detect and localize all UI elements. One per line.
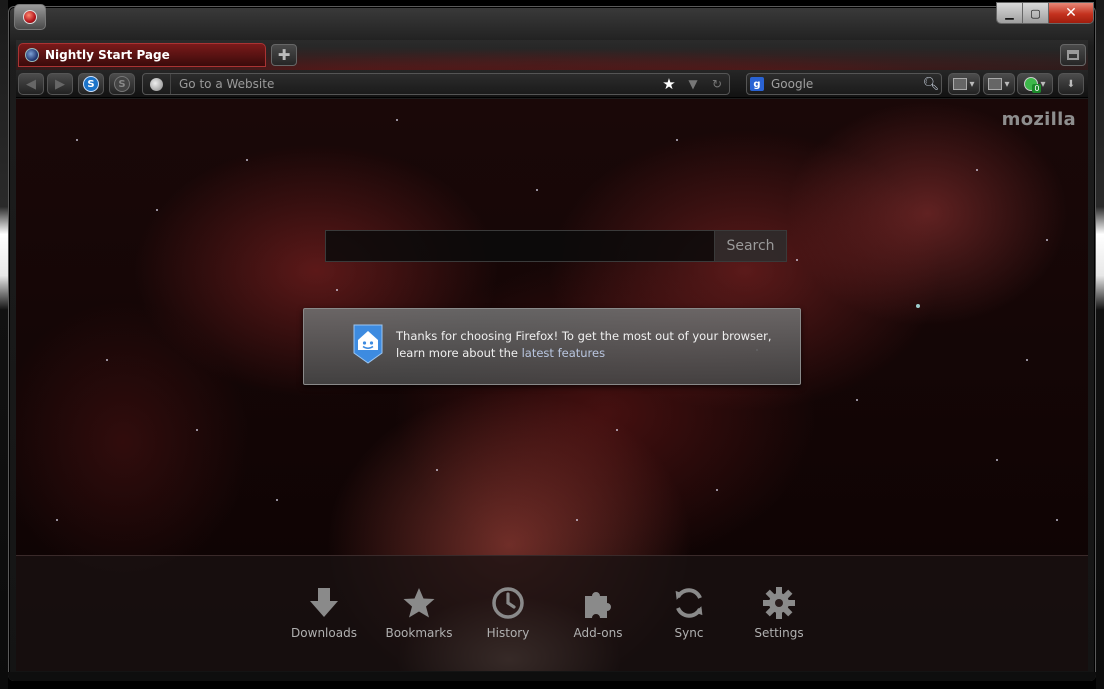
new-tab-button[interactable]: ✚ xyxy=(271,44,297,66)
back-arrow-icon: ◀ xyxy=(26,76,36,92)
launcher-downloads[interactable]: Downloads xyxy=(284,586,364,650)
downloads-toolbar-button[interactable]: ⬇ xyxy=(1058,73,1084,95)
tab-list-icon xyxy=(1067,50,1079,60)
maximize-button[interactable]: ▢ xyxy=(1023,3,1049,23)
window-frame-right xyxy=(1096,0,1104,689)
search-button[interactable]: Search xyxy=(714,230,787,262)
launcher-label: Sync xyxy=(674,626,704,640)
history-dropdown-icon[interactable]: ▼ xyxy=(681,74,705,94)
start-page-search-input[interactable] xyxy=(325,230,714,262)
launcher-history[interactable]: History xyxy=(468,586,548,650)
start-page-search-form: Search xyxy=(325,230,787,262)
latest-features-link[interactable]: latest features xyxy=(522,346,606,360)
tab-strip: Nightly Start Page ✚ xyxy=(16,40,1088,70)
site-identity-button[interactable] xyxy=(143,74,171,94)
snippet-text: Thanks for choosing Firefox! To get the … xyxy=(396,328,786,362)
navigation-toolbar: ◀ ▶ S S ★ ▼ ↻ g 🔍︎ ▾ ▾ 0▾ ⬇ xyxy=(16,70,1088,98)
launcher-label: Bookmarks xyxy=(385,626,453,640)
mozilla-logo[interactable]: mozilla xyxy=(1002,109,1076,130)
clock-icon xyxy=(492,587,524,619)
list-all-tabs-button[interactable] xyxy=(1060,44,1086,66)
gear-icon xyxy=(763,587,795,619)
url-bar[interactable]: ★ ▼ ↻ xyxy=(142,73,730,95)
dropdown-arrow-icon: ▾ xyxy=(1004,78,1010,90)
search-engine-button[interactable]: g xyxy=(747,74,767,94)
launcher-label: Add-ons xyxy=(573,626,623,640)
close-button[interactable]: ✕ xyxy=(1049,3,1093,23)
skype-dim-icon: S xyxy=(114,76,130,92)
screenshot-icon xyxy=(953,78,968,90)
skype-button[interactable]: S xyxy=(78,73,104,95)
addon-button-1[interactable]: ▾ xyxy=(948,73,980,95)
url-input[interactable] xyxy=(171,74,657,94)
dropdown-arrow-icon: ▾ xyxy=(969,78,975,90)
mail-icon xyxy=(988,78,1003,90)
tab-title: Nightly Start Page xyxy=(45,48,170,62)
tab-nightly-start-page[interactable]: Nightly Start Page xyxy=(18,43,266,67)
puzzle-icon xyxy=(585,592,611,618)
star-icon xyxy=(403,588,435,618)
window-controls: ▁ ▢ ✕ xyxy=(996,2,1094,24)
bookmark-star-icon[interactable]: ★ xyxy=(657,74,681,94)
plus-icon: ✚ xyxy=(277,46,291,64)
launcher-label: History xyxy=(486,626,530,640)
nightly-logo-icon xyxy=(23,10,37,24)
forward-arrow-icon: ▶ xyxy=(55,76,65,92)
addon-button-2[interactable]: ▾ xyxy=(983,73,1015,95)
skype-status-button[interactable]: S xyxy=(109,73,135,95)
search-bar[interactable]: g 🔍︎ xyxy=(746,73,942,95)
globe-favicon-icon xyxy=(25,48,39,62)
search-input[interactable] xyxy=(767,74,921,94)
launcher-addons[interactable]: Add-ons xyxy=(558,586,638,650)
globe-icon xyxy=(150,77,163,91)
sync-icon xyxy=(675,588,703,618)
download-icon xyxy=(310,588,338,617)
skype-icon: S xyxy=(83,76,99,92)
window-bottom-border xyxy=(8,672,1096,681)
magnifier-icon[interactable]: 🔍︎ xyxy=(921,77,941,92)
dropdown-arrow-icon: ▾ xyxy=(1040,78,1046,90)
launcher-label: Settings xyxy=(754,626,804,640)
app-menu-button[interactable] xyxy=(14,4,46,30)
launcher-label: Downloads xyxy=(291,626,357,640)
addon-button-3[interactable]: 0 ▾ xyxy=(1017,73,1053,95)
forward-button[interactable]: ▶ xyxy=(47,73,73,95)
google-icon: g xyxy=(750,77,764,91)
launcher-sync[interactable]: Sync xyxy=(649,586,729,650)
back-button[interactable]: ◀ xyxy=(18,73,44,95)
home-badge-icon xyxy=(353,324,383,364)
minimize-button[interactable]: ▁ xyxy=(997,3,1023,23)
launcher-bookmarks[interactable]: Bookmarks xyxy=(379,586,459,650)
page-content: mozilla Search Thanks for choosing Firef… xyxy=(16,99,1088,671)
green-status-icon: 0 xyxy=(1024,77,1042,93)
download-arrow-icon: ⬇ xyxy=(1066,78,1076,90)
launcher-settings[interactable]: Settings xyxy=(739,586,819,650)
addon-badge: 0 xyxy=(1032,84,1042,93)
reload-icon[interactable]: ↻ xyxy=(705,74,729,94)
window-frame-left xyxy=(0,0,8,689)
snippet-box: Thanks for choosing Firefox! To get the … xyxy=(303,308,801,385)
launcher-bar: Downloads Bookmarks History Add-ons Sync… xyxy=(16,555,1088,671)
